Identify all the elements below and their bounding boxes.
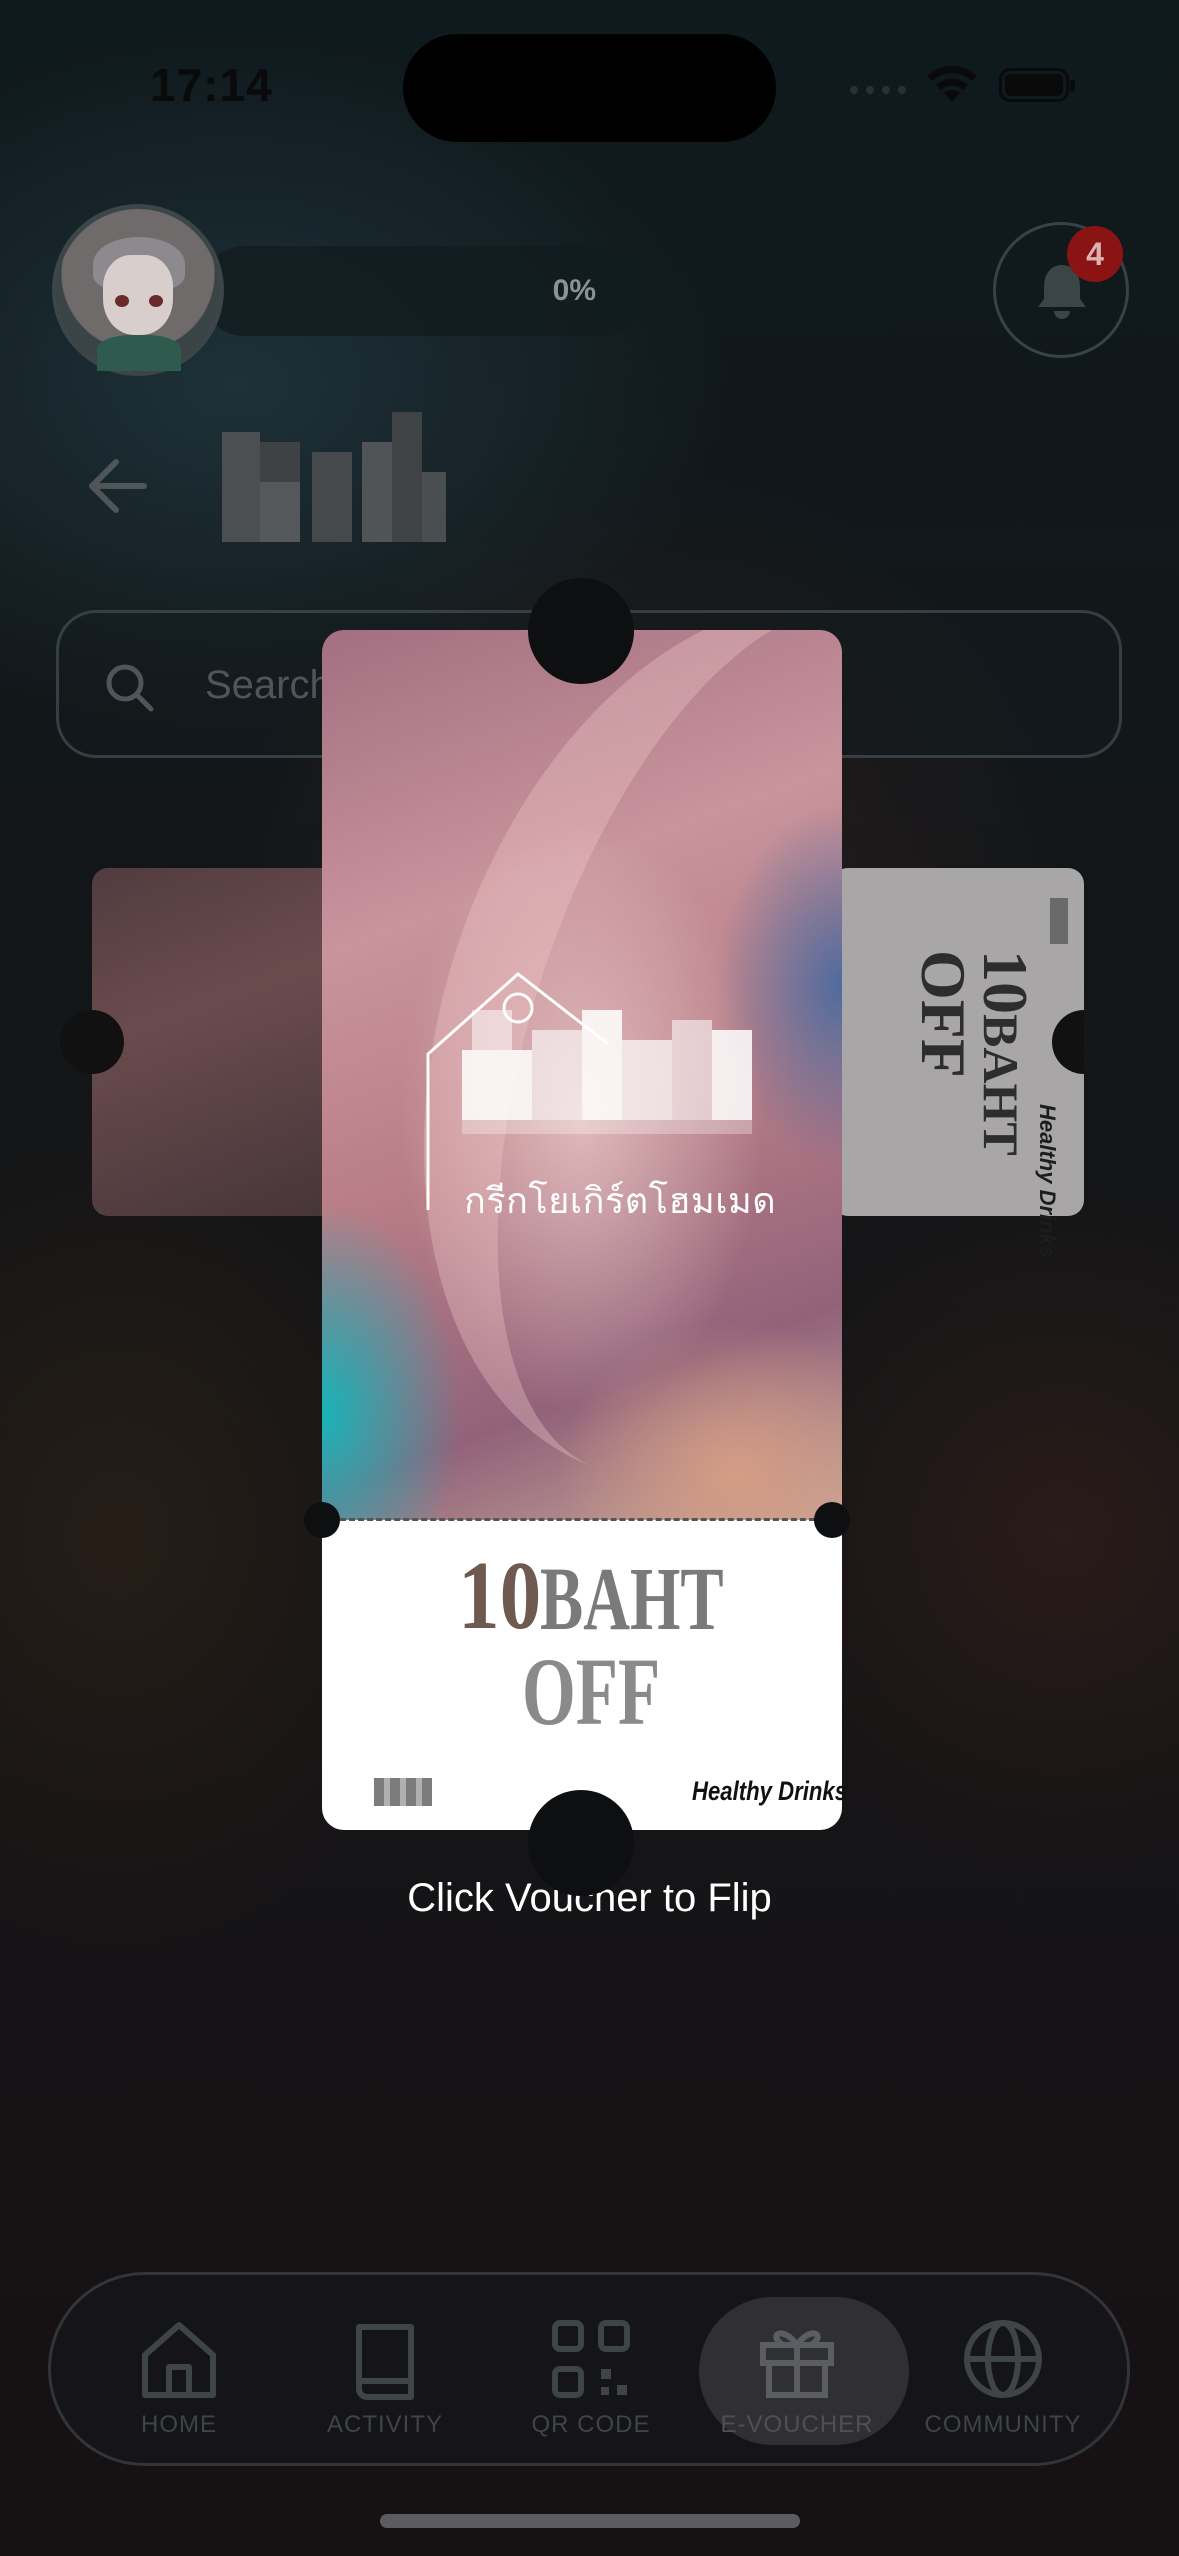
progress-percent: 0% <box>552 274 596 307</box>
side-voucher-discount: 10BAHT OFF <box>908 950 1041 1156</box>
arrow-left-icon[interactable] <box>86 456 150 516</box>
shop-name-thai: กรีกโยเกิร์ตโฮมเมด <box>464 1180 777 1221</box>
search-placeholder: Search <box>205 663 332 707</box>
home-indicator <box>380 2514 800 2528</box>
gift-icon <box>760 2330 834 2398</box>
notification-badge: 4 <box>1067 226 1123 282</box>
nav-qr-code[interactable]: QR CODE <box>491 2301 691 2451</box>
nav-activity[interactable]: ACTIVITY <box>285 2301 485 2451</box>
nav-e-voucher[interactable]: E-VOUCHER <box>697 2301 897 2451</box>
voucher-code-redacted <box>374 1778 432 1806</box>
side-voucher-code-redacted <box>1050 898 1068 944</box>
globe-icon <box>964 2320 1042 2398</box>
user-avatar[interactable] <box>52 204 224 376</box>
status-time: 17:14 <box>150 59 273 111</box>
voucher-off: OFF <box>522 1638 661 1745</box>
dynamic-island <box>403 34 776 142</box>
page-title-redacted <box>222 412 462 552</box>
book-icon <box>356 2324 414 2400</box>
cellular-signal-icon <box>850 86 906 94</box>
qr-code-icon <box>552 2320 630 2398</box>
wifi-icon <box>927 65 977 102</box>
shop-logo-redacted <box>462 1010 762 1170</box>
level-progress-bar: 0% <box>200 246 646 336</box>
search-icon <box>106 664 154 712</box>
home-icon <box>142 2322 216 2398</box>
voucher-card-previous[interactable] <box>60 868 342 1216</box>
battery-icon <box>999 68 1075 102</box>
voucher-notch-bottom <box>528 1790 634 1896</box>
nav-home[interactable]: HOME <box>79 2301 279 2451</box>
side-voucher-shop: Healthy Drinks <box>1035 1104 1060 1259</box>
voucher-shop: Healthy Drinks <box>692 1776 848 1806</box>
nav-community[interactable]: COMMUNITY <box>903 2301 1103 2451</box>
bottom-nav: HOME ACTIVITY QR CODE E-VOUCHER COMMUNIT… <box>48 2272 1130 2466</box>
voucher-notch-top <box>528 578 634 684</box>
